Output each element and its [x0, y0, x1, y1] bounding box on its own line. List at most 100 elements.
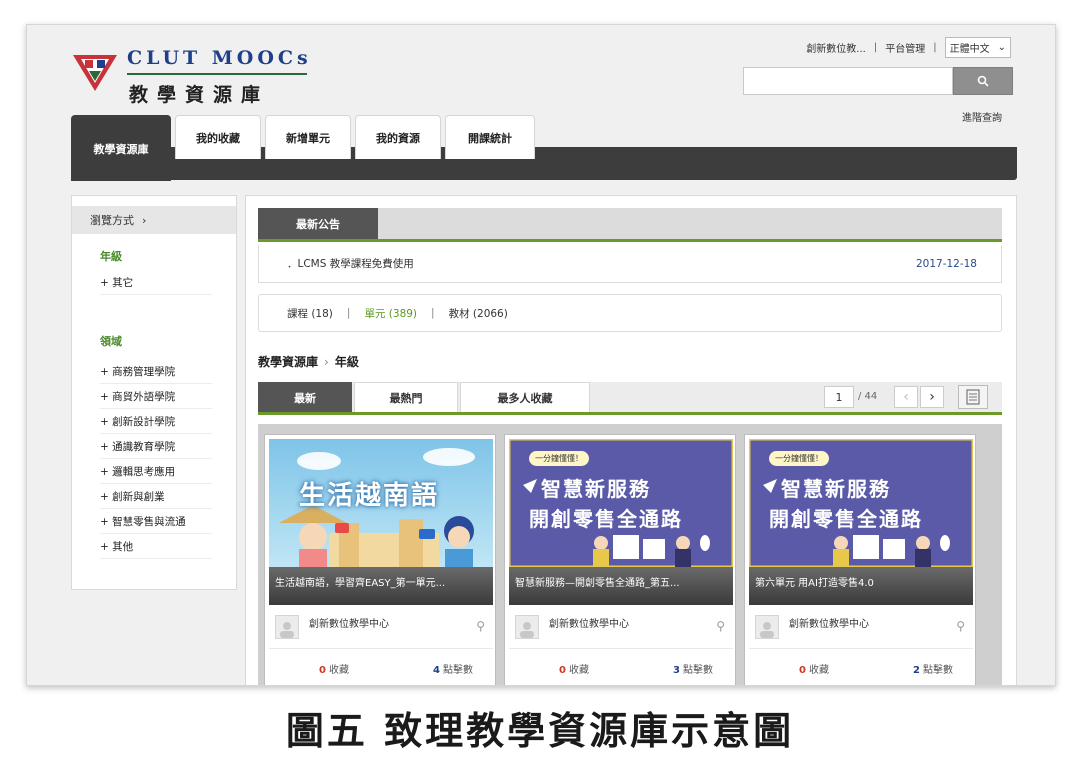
card-stats: 0 收藏 2 點擊數 — [749, 653, 973, 683]
filter-item[interactable]: + 創新與創業 — [100, 484, 212, 509]
logo-title: CLUT MOOCs — [127, 47, 312, 69]
user-icon — [520, 622, 534, 638]
filter-item[interactable]: + 商貿外語學院 — [100, 384, 212, 409]
browse-mode-label: 瀏覽方式 — [90, 214, 134, 227]
materials-count-link[interactable]: 教材 (2066) — [449, 306, 508, 321]
views-count: 2 點擊數 — [913, 664, 953, 676]
pin-icon[interactable]: ⚲ — [476, 619, 485, 633]
search-icon — [977, 75, 989, 87]
breadcrumb: 教學資源庫 › 年級 — [258, 353, 359, 370]
favorites-count: 0 收藏 — [799, 664, 829, 676]
tab-my-resources[interactable]: 我的資源 — [355, 115, 441, 159]
link-separator: | — [933, 42, 937, 53]
thumbnail-title: 智慧新服務 — [781, 477, 891, 501]
card-thumbnail[interactable]: 一分鐘懂懂！ 智慧新服務 開創零售全通路 — [749, 439, 973, 567]
avatar — [275, 615, 299, 639]
favorites-count: 0 收藏 — [319, 664, 349, 676]
resource-counts: 課程 (18) | 單元 (389) | 教材 (2066) — [258, 294, 1002, 332]
thumbnail-subtitle: 開創零售全通路 — [769, 507, 923, 531]
filter-item[interactable]: + 通識教育學院 — [100, 434, 212, 459]
user-link[interactable]: 創新數位教... — [806, 40, 866, 55]
user-icon — [760, 622, 774, 638]
main-content: 最新公告 ．LCMS 教學課程免費使用 2017-12-18 課程 (18) |… — [245, 195, 1017, 685]
views-count: 3 點擊數 — [673, 664, 713, 676]
language-value: 正體中文 — [949, 44, 990, 55]
card-stats: 0 收藏 4 點擊數 — [269, 653, 493, 683]
resource-card[interactable]: 一分鐘懂懂！ 智慧新服務 開創零售全通路 智慧新服務—開創零售全通路_第五...… — [504, 434, 736, 685]
prev-page-button[interactable]: ‹ — [894, 386, 918, 408]
filter-item[interactable]: + 商務管理學院 — [100, 359, 212, 384]
author-name[interactable]: 創新數位教學中心 — [309, 615, 389, 630]
tab-my-favorites[interactable]: 我的收藏 — [175, 115, 261, 159]
platform-admin-link[interactable]: 平台管理 — [885, 40, 925, 55]
chevron-right-icon: › — [929, 389, 935, 405]
notice-text: ．LCMS 教學課程免費使用 — [287, 258, 414, 270]
avatar — [515, 615, 539, 639]
author-name[interactable]: 創新數位教學中心 — [789, 615, 869, 630]
sort-tab-newest[interactable]: 最新 — [258, 382, 352, 412]
filter-item[interactable]: + 邏輯思考應用 — [100, 459, 212, 484]
units-count-link[interactable]: 單元 (389) — [364, 306, 417, 321]
filter-group-title: 年級 — [100, 250, 122, 263]
chevron-down-icon: ⌄ — [997, 42, 1006, 53]
search-input[interactable] — [743, 67, 953, 95]
notice-tab-bar: 最新公告 — [258, 208, 1002, 242]
pin-icon[interactable]: ⚲ — [956, 619, 965, 633]
language-select[interactable]: 正體中文 ⌄ — [944, 37, 1011, 58]
thumbnail-title: 智慧新服務 — [541, 477, 651, 501]
card-title[interactable]: 智慧新服務—開創零售全通路_第五... — [509, 567, 733, 605]
next-page-button[interactable]: › — [920, 386, 944, 408]
school-emblem-icon — [73, 55, 117, 91]
logo-subtitle: 教學資源庫 — [129, 84, 270, 106]
count-separator: | — [431, 307, 435, 319]
filter-item[interactable]: + 創新設計學院 — [100, 409, 212, 434]
resource-card-grid: 生活越南語 生活越南語，學習齊EASY_第一單元... 創新數位教學中心 ⚲ 0… — [258, 424, 1002, 685]
card-author: 創新數位教學中心 ⚲ — [269, 609, 493, 649]
sort-tab-popular[interactable]: 最熱門 — [354, 382, 458, 412]
count-separator: | — [346, 307, 351, 319]
sort-bar: 最新 最熱門 最多人收藏 1 / 44 ‹ › — [258, 382, 1002, 415]
sort-tab-most-favorited[interactable]: 最多人收藏 — [460, 382, 590, 412]
filter-item[interactable]: + 智慧零售與流通 — [100, 509, 212, 534]
app-screenshot: CLUT MOOCs 教學資源庫 創新數位教... | 平台管理 | 正體中文 … — [26, 24, 1056, 686]
author-name[interactable]: 創新數位教學中心 — [549, 615, 629, 630]
thumbnail-tag: 一分鐘懂懂！ — [769, 451, 829, 466]
avatar — [755, 615, 779, 639]
filter-item[interactable]: + 其他 — [100, 534, 212, 559]
pin-icon[interactable]: ⚲ — [716, 619, 725, 633]
tab-course-statistics[interactable]: 開課統計 — [445, 115, 535, 159]
thumbnail-subtitle: 開創零售全通路 — [529, 507, 683, 531]
tab-latest-notice[interactable]: 最新公告 — [258, 208, 378, 239]
card-title[interactable]: 生活越南語，學習齊EASY_第一單元... — [269, 567, 493, 605]
page-number-input[interactable]: 1 — [824, 386, 854, 408]
tab-add-unit[interactable]: 新增單元 — [265, 115, 351, 159]
card-author: 創新數位教學中心 ⚲ — [749, 609, 973, 649]
thumbnail-tag: 一分鐘懂懂！ — [529, 451, 589, 466]
main-nav-tabs: 教學資源庫 我的收藏 新增單元 我的資源 開課統計 — [71, 115, 539, 181]
chevron-right-icon: › — [142, 213, 147, 227]
logo-underline — [127, 73, 307, 75]
resource-card[interactable]: 一分鐘懂懂！ 智慧新服務 開創零售全通路 第六單元 用AI打造零售4.0 創新數… — [744, 434, 976, 685]
top-links: 創新數位教... | 平台管理 | 正體中文 ⌄ — [806, 37, 1011, 58]
courses-count-link[interactable]: 課程 (18) — [287, 306, 333, 321]
search-button[interactable] — [953, 67, 1013, 95]
card-thumbnail[interactable]: 生活越南語 — [269, 439, 493, 567]
thumbnail-title: 生活越南語 — [299, 481, 440, 511]
resource-card[interactable]: 生活越南語 生活越南語，學習齊EASY_第一單元... 創新數位教學中心 ⚲ 0… — [264, 434, 496, 685]
breadcrumb-root[interactable]: 教學資源庫 — [258, 355, 318, 369]
breadcrumb-separator-icon: › — [324, 355, 329, 369]
card-stats: 0 收藏 3 點擊數 — [509, 653, 733, 683]
notice-row[interactable]: ．LCMS 教學課程免費使用 2017-12-18 — [258, 245, 1002, 283]
figure-caption: 圖五 致理教學資源庫示意圖 — [285, 709, 795, 753]
view-toggle-button[interactable] — [958, 385, 988, 409]
user-icon — [280, 622, 294, 638]
browse-mode-toggle[interactable]: 瀏覽方式 › — [72, 206, 236, 234]
card-author: 創新數位教學中心 ⚲ — [509, 609, 733, 649]
tab-resource-library[interactable]: 教學資源庫 — [71, 115, 171, 181]
filter-item[interactable]: + 其它 — [100, 270, 212, 295]
card-title[interactable]: 第六單元 用AI打造零售4.0 — [749, 567, 973, 605]
site-logo[interactable]: CLUT MOOCs 教學資源庫 — [71, 43, 321, 109]
advanced-search-link[interactable]: 進階查詢 — [962, 109, 1002, 124]
card-thumbnail[interactable]: 一分鐘懂懂！ 智慧新服務 開創零售全通路 — [509, 439, 733, 567]
breadcrumb-current: 年級 — [334, 355, 359, 369]
